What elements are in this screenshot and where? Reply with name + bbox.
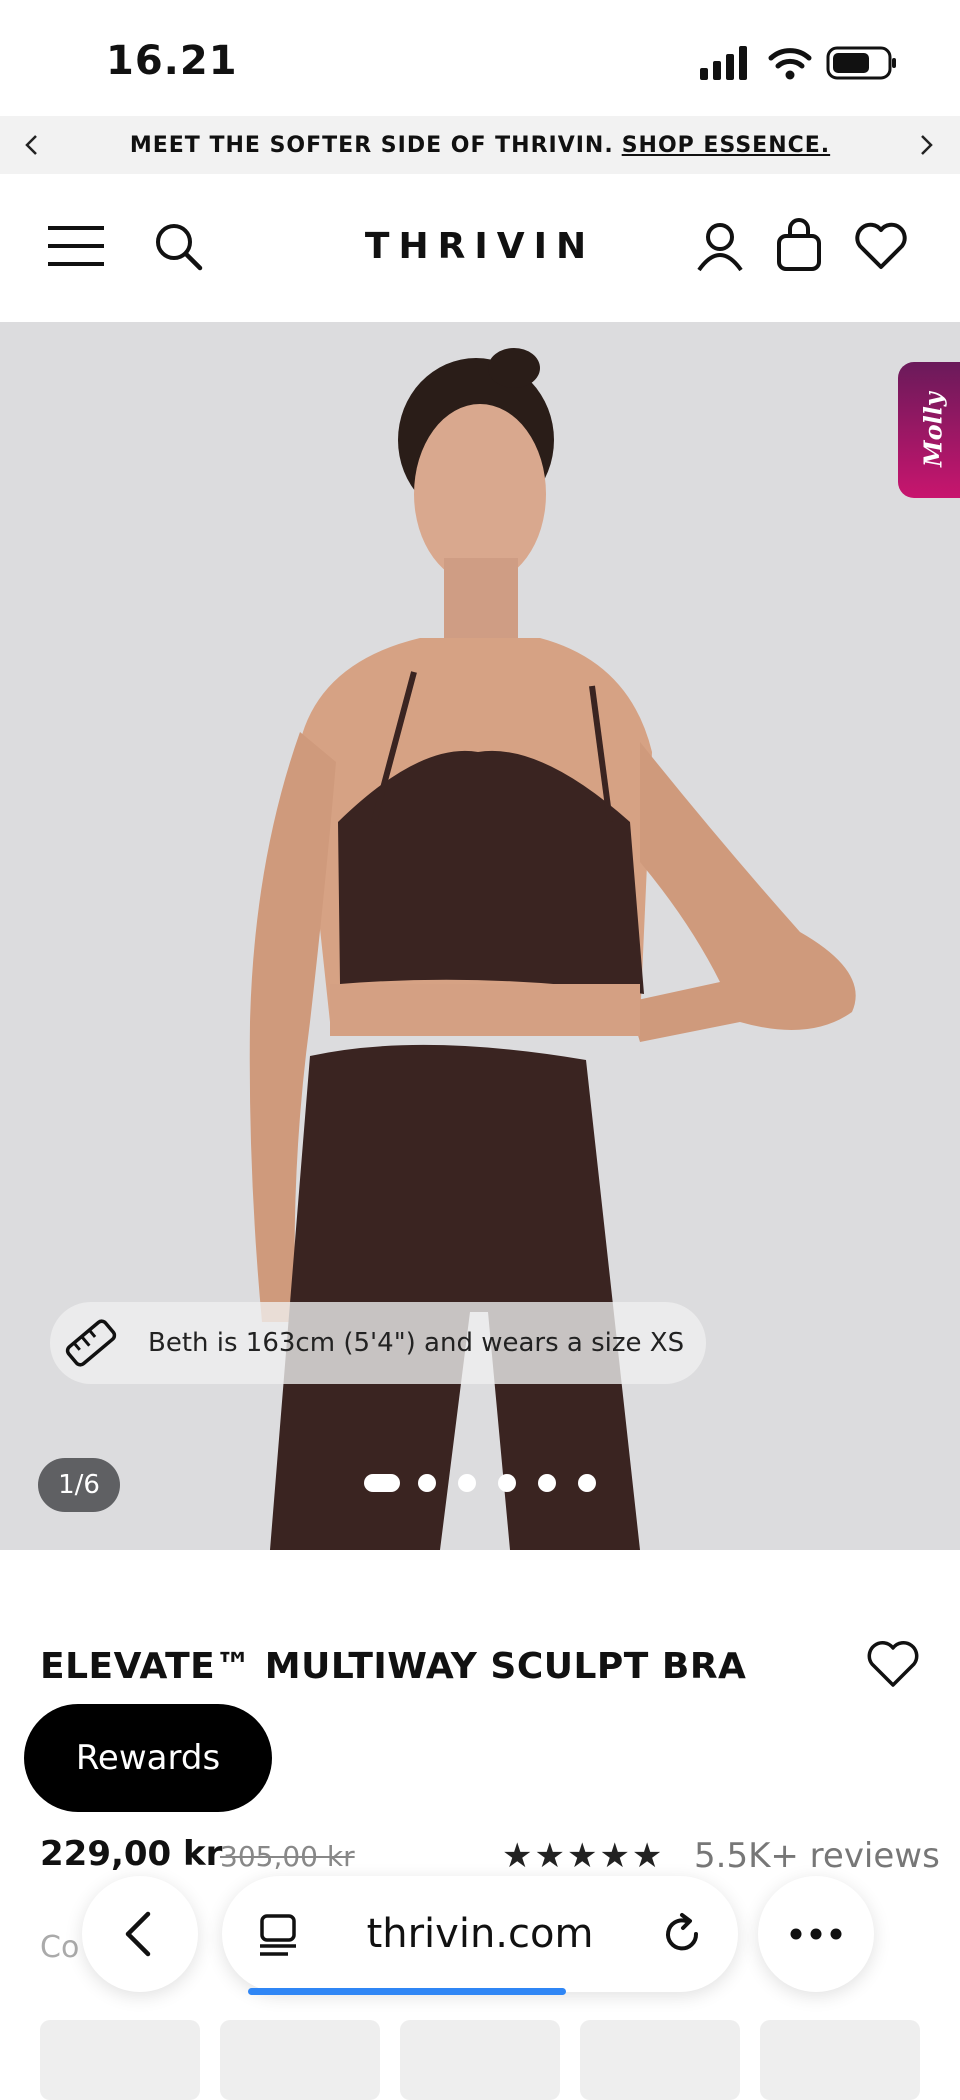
page-load-progress [248,1988,566,1995]
browser-back-button[interactable] [82,1876,198,1992]
carousel-dot[interactable] [538,1474,556,1492]
battery-icon [826,46,896,80]
image-counter: 1/6 [38,1458,120,1512]
colour-thumbnail[interactable] [400,2020,560,2100]
reviews-link[interactable]: 5.5K+ reviews [694,1836,940,1876]
product-title: ELEVATE™ MULTIWAY SCULPT BRA [40,1646,747,1687]
colour-thumbnail[interactable] [760,2020,920,2100]
site-header: THRIVIN [0,174,960,323]
reload-icon[interactable] [660,1912,704,1956]
product-price: 229,00 kr [40,1834,223,1874]
chevron-left-icon [125,1911,151,1957]
rewards-button[interactable]: Rewards [24,1704,272,1812]
ruler-icon [65,1319,117,1367]
carousel-dot[interactable] [418,1474,436,1492]
chevron-right-icon[interactable] [916,133,936,157]
promo-text: MEET THE SOFTER SIDE OF THRIVIN. SHOP ES… [0,116,960,174]
molly-label: Molly [918,392,948,468]
wishlist-heart-icon[interactable] [866,1640,920,1688]
address-bar[interactable]: thrivin.com [222,1876,738,1992]
carousel-dot[interactable] [578,1474,596,1492]
browser-more-button[interactable] [758,1876,874,1992]
promo-message: MEET THE SOFTER SIDE OF THRIVIN. [129,132,614,158]
account-icon[interactable] [696,222,744,272]
molly-chat-button[interactable]: Molly [898,362,960,498]
shop-essence-link[interactable]: SHOP ESSENCE. [622,133,830,158]
rating-stars[interactable]: ★★★★★ [502,1836,664,1876]
colour-thumbnail[interactable] [220,2020,380,2100]
carousel-dot[interactable] [498,1474,516,1492]
promo-banner: MEET THE SOFTER SIDE OF THRIVIN. SHOP ES… [0,116,960,174]
colour-thumbnail[interactable] [40,2020,200,2100]
heart-icon[interactable] [854,222,908,270]
carousel-dot-active[interactable] [364,1474,400,1492]
wifi-icon [768,48,812,80]
status-bar: 16.21 [0,0,960,116]
bag-icon[interactable] [776,218,822,272]
colour-thumbnail[interactable] [580,2020,740,2100]
model-size-text: Beth is 163cm (5'4") and wears a size XS [148,1328,685,1358]
product-old-price: 305,00 kr [220,1840,355,1873]
status-time: 16.21 [106,38,238,84]
more-icon [790,1928,842,1940]
carousel-dot[interactable] [458,1474,476,1492]
model-size-info: Beth is 163cm (5'4") and wears a size XS [50,1302,706,1384]
signal-icon [700,46,747,80]
